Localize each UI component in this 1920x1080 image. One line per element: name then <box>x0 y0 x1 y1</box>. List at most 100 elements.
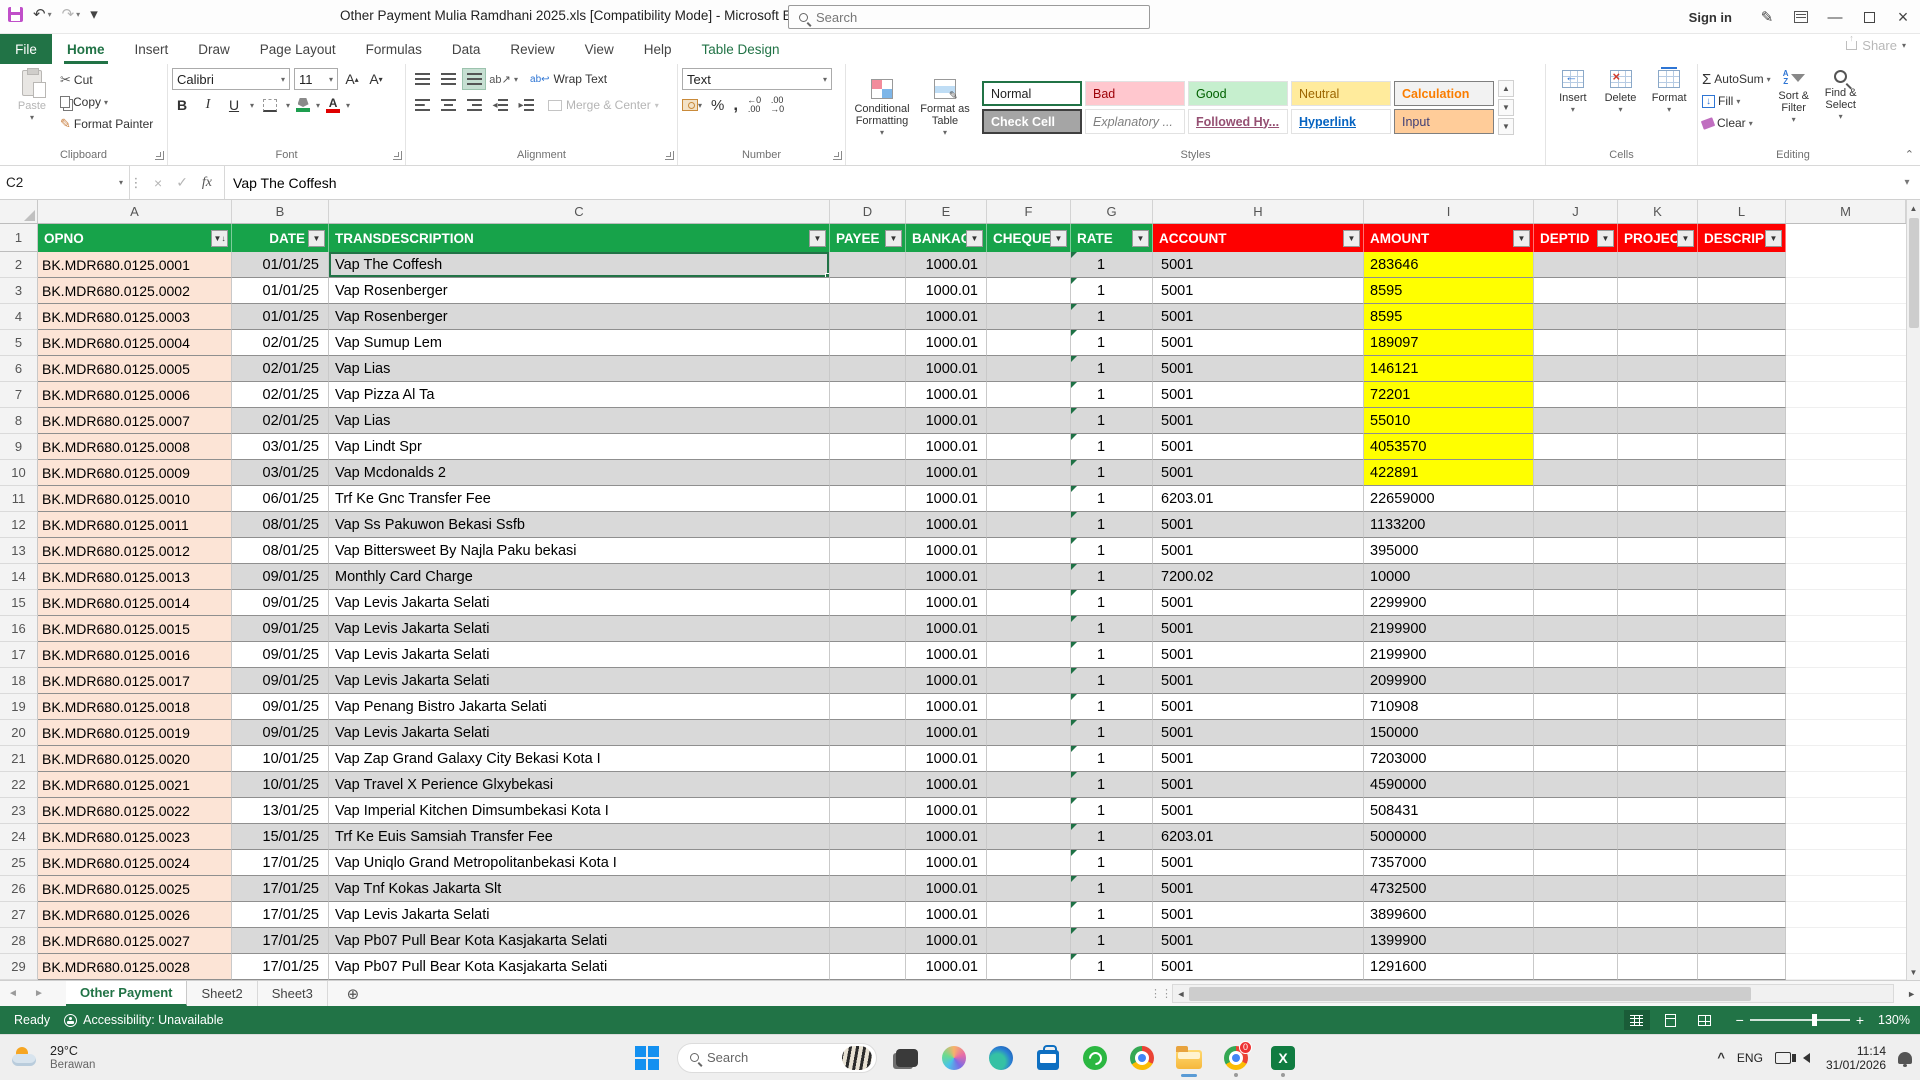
cell-E21[interactable]: 1000.01 <box>906 746 987 772</box>
cell-D27[interactable] <box>830 902 906 928</box>
cell-E25[interactable]: 1000.01 <box>906 850 987 876</box>
cell-L9[interactable] <box>1698 434 1786 460</box>
cell-A15[interactable]: BK.MDR680.0125.0014 <box>38 590 232 616</box>
cell-M4[interactable] <box>1786 304 1906 330</box>
table-header-DESCRIP[interactable]: DESCRIP▼ <box>1698 224 1786 252</box>
wrap-text-button[interactable]: ab↩ Wrap Text <box>530 72 607 86</box>
cell-F18[interactable] <box>987 668 1071 694</box>
cell-M13[interactable] <box>1786 538 1906 564</box>
collapse-ribbon-icon[interactable]: ⌃ <box>1905 148 1914 161</box>
row-header-27[interactable]: 27 <box>0 902 38 928</box>
cell-K25[interactable] <box>1618 850 1698 876</box>
row-header-11[interactable]: 11 <box>0 486 38 512</box>
cell-C6[interactable]: Vap Lias <box>329 356 830 382</box>
cancel-entry-icon[interactable]: × <box>154 175 162 191</box>
column-header-D[interactable]: D <box>830 200 906 223</box>
table-header-AMOUNT[interactable]: AMOUNT▼ <box>1364 224 1534 252</box>
cell-L6[interactable] <box>1698 356 1786 382</box>
cell-style-normal[interactable]: Normal <box>982 81 1082 106</box>
cell-F23[interactable] <box>987 798 1071 824</box>
horizontal-scroll-thumb[interactable] <box>1189 987 1751 1001</box>
cell-B5[interactable]: 02/01/25 <box>232 330 329 356</box>
cell-G6[interactable]: 1 <box>1071 356 1153 382</box>
page-layout-view-button[interactable] <box>1658 1010 1684 1030</box>
cell-I11[interactable]: 22659000 <box>1364 486 1534 512</box>
cell-E11[interactable]: 1000.01 <box>906 486 987 512</box>
vertical-scroll-thumb[interactable] <box>1909 218 1919 328</box>
row-header-13[interactable]: 13 <box>0 538 38 564</box>
cell-K29[interactable] <box>1618 954 1698 980</box>
cell-K7[interactable] <box>1618 382 1698 408</box>
cell-M9[interactable] <box>1786 434 1906 460</box>
cell-A22[interactable]: BK.MDR680.0125.0021 <box>38 772 232 798</box>
cell-D18[interactable] <box>830 668 906 694</box>
taskbar-app-copilot[interactable] <box>937 1038 971 1078</box>
cell-I28[interactable]: 1399900 <box>1364 928 1534 954</box>
copy-button[interactable]: Copy▾ <box>60 91 153 113</box>
gallery-up-icon[interactable]: ▲ <box>1498 80 1514 97</box>
cell-L8[interactable] <box>1698 408 1786 434</box>
cell-B27[interactable]: 17/01/25 <box>232 902 329 928</box>
cell-F3[interactable] <box>987 278 1071 304</box>
cell-H7[interactable]: 5001 <box>1153 382 1364 408</box>
cell-K13[interactable] <box>1618 538 1698 564</box>
cell-K3[interactable] <box>1618 278 1698 304</box>
name-box[interactable]: C2 ▾ <box>0 166 130 199</box>
cell-D20[interactable] <box>830 720 906 746</box>
cell-A4[interactable]: BK.MDR680.0125.0003 <box>38 304 232 330</box>
cell-E13[interactable]: 1000.01 <box>906 538 987 564</box>
dialog-launcher-icon[interactable] <box>393 151 402 160</box>
cell-H12[interactable]: 5001 <box>1153 512 1364 538</box>
sort-filter-icon[interactable]: ▼↓ <box>211 230 228 247</box>
percent-style-button[interactable]: % <box>711 97 724 114</box>
column-header-F[interactable]: F <box>987 200 1071 223</box>
row-header-26[interactable]: 26 <box>0 876 38 902</box>
cell-C4[interactable]: Vap Rosenberger <box>329 304 830 330</box>
cell-L18[interactable] <box>1698 668 1786 694</box>
increase-font-size-button[interactable]: A▴ <box>342 68 362 90</box>
tab-insert[interactable]: Insert <box>120 34 184 64</box>
cell-D7[interactable] <box>830 382 906 408</box>
row-header-4[interactable]: 4 <box>0 304 38 330</box>
cell-C8[interactable]: Vap Lias <box>329 408 830 434</box>
cell-M27[interactable] <box>1786 902 1906 928</box>
undo-button[interactable]: ↶▾ <box>33 5 52 23</box>
cell-K14[interactable] <box>1618 564 1698 590</box>
cell-G8[interactable]: 1 <box>1071 408 1153 434</box>
cell-K26[interactable] <box>1618 876 1698 902</box>
cell-B11[interactable]: 06/01/25 <box>232 486 329 512</box>
cell-L14[interactable] <box>1698 564 1786 590</box>
cell-L29[interactable] <box>1698 954 1786 980</box>
cell-I13[interactable]: 395000 <box>1364 538 1534 564</box>
cell-F4[interactable] <box>987 304 1071 330</box>
tab-page-layout[interactable]: Page Layout <box>245 34 351 64</box>
cell-E19[interactable]: 1000.01 <box>906 694 987 720</box>
cell-G19[interactable]: 1 <box>1071 694 1153 720</box>
cell-M25[interactable] <box>1786 850 1906 876</box>
tab-home[interactable]: Home <box>52 34 120 64</box>
language-indicator[interactable]: ENG <box>1737 1051 1763 1065</box>
cell-I29[interactable]: 1291600 <box>1364 954 1534 980</box>
cell-I5[interactable]: 189097 <box>1364 330 1534 356</box>
cell-L25[interactable] <box>1698 850 1786 876</box>
cell-E7[interactable]: 1000.01 <box>906 382 987 408</box>
cell-J28[interactable] <box>1534 928 1618 954</box>
cell-H6[interactable]: 5001 <box>1153 356 1364 382</box>
cell-J4[interactable] <box>1534 304 1618 330</box>
cell-D23[interactable] <box>830 798 906 824</box>
share-button[interactable]: Share ▾ <box>1846 38 1906 53</box>
decrease-font-size-button[interactable]: A▾ <box>366 68 386 90</box>
cell-H28[interactable]: 5001 <box>1153 928 1364 954</box>
cell-J23[interactable] <box>1534 798 1618 824</box>
cell-D25[interactable] <box>830 850 906 876</box>
cell-E9[interactable]: 1000.01 <box>906 434 987 460</box>
tab-data[interactable]: Data <box>437 34 496 64</box>
table-header-BANKAC[interactable]: BANKAC▼ <box>906 224 987 252</box>
cell-F11[interactable] <box>987 486 1071 512</box>
cell-E3[interactable]: 1000.01 <box>906 278 987 304</box>
cell-F16[interactable] <box>987 616 1071 642</box>
cell-D10[interactable] <box>830 460 906 486</box>
cell-L28[interactable] <box>1698 928 1786 954</box>
cell-M20[interactable] <box>1786 720 1906 746</box>
cell-D29[interactable] <box>830 954 906 980</box>
